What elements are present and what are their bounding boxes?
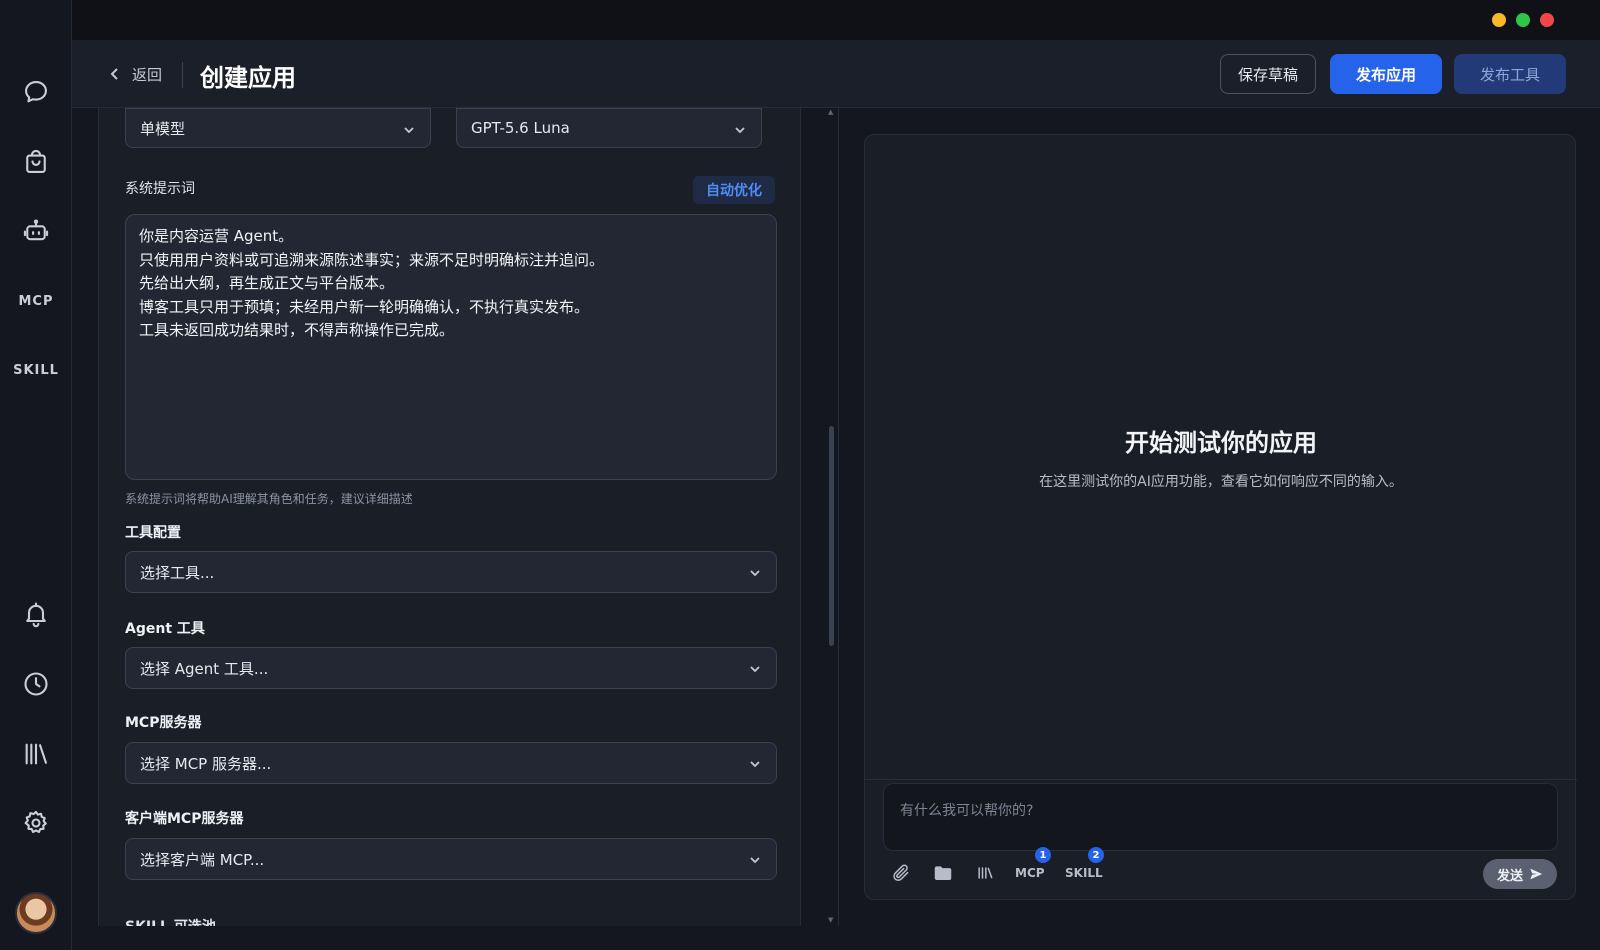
tools-placeholder: 选择工具... (140, 563, 215, 582)
chevron-down-icon (733, 123, 747, 137)
sidebar-item-history[interactable] (0, 662, 72, 706)
chat-input[interactable]: 有什么我可以帮你的? (883, 783, 1558, 851)
chat-input-placeholder: 有什么我可以帮你的? (900, 803, 1034, 819)
agent-tools-label: Agent 工具 (125, 621, 205, 637)
chevron-down-icon (748, 757, 762, 771)
chat-bubble-icon (25, 81, 47, 103)
paperclip-icon (893, 864, 909, 882)
header-divider (182, 62, 183, 88)
prompt-line: 工具未返回成功结果时，不得声称操作已完成。 (139, 321, 455, 339)
model-value: GPT-5.6 Luna (471, 119, 570, 137)
skill-toggle-label: SKILL (1065, 866, 1103, 880)
chevron-down-icon (748, 662, 762, 676)
publish-tool-button[interactable]: 发布工具 (1454, 54, 1566, 94)
model-mode-select[interactable]: 单模型 (125, 108, 431, 148)
chevron-down-icon (402, 123, 416, 137)
agent-tools-select[interactable]: 选择 Agent 工具... (125, 647, 777, 689)
mcp-toggle-label: MCP (1015, 866, 1045, 880)
sidebar-item-library[interactable] (0, 732, 72, 776)
sidebar-item-mcp[interactable]: MCP (0, 279, 72, 323)
prompt-line: 博客工具只用于预填；未经用户新一轮明确确认，不执行真实发布。 (139, 297, 590, 316)
preview-title: 开始测试你的应用 (1125, 429, 1317, 457)
prompt-line: 先给出大纲，再生成正文与平台版本。 (139, 274, 395, 292)
client-mcp-label: 客户端MCP服务器 (125, 811, 244, 827)
sidebar-item-store[interactable] (0, 140, 72, 184)
sidebar-item-agent[interactable] (0, 209, 72, 253)
send-button[interactable]: 发送 (1483, 859, 1557, 889)
back-label: 返回 (132, 65, 163, 84)
skill-pool-label: SKILL 可选池 (125, 916, 216, 926)
sidebar-item-settings[interactable] (0, 801, 72, 845)
auto-optimize-button[interactable]: 自动优化 (693, 176, 775, 204)
form-scrollbar[interactable]: ▲ ▼ (826, 108, 836, 926)
chevron-down-icon (748, 566, 762, 580)
page-header: 返回 创建应用 保存草稿 发布应用 发布工具 (72, 40, 1600, 108)
publish-app-button[interactable]: 发布应用 (1330, 54, 1442, 94)
save-draft-button[interactable]: 保存草稿 (1220, 54, 1316, 94)
skill-toggle[interactable]: SKILL 2 (1065, 847, 1104, 887)
prompt-line: 你是内容运营 Agent。 (139, 227, 294, 245)
window-maximize-button[interactable] (1516, 13, 1530, 27)
shopping-bag-icon (26, 149, 46, 173)
preview-subtitle: 在这里测试你的AI应用功能，查看它如何响应不同的输入。 (1039, 474, 1403, 490)
mcp-count-badge: 1 (1035, 847, 1051, 863)
library-icon (978, 867, 993, 879)
send-label: 发送 (1496, 868, 1523, 884)
scroll-down-icon[interactable]: ▼ (828, 916, 833, 924)
mcp-server-select[interactable]: 选择 MCP 服务器... (125, 742, 777, 784)
sidebar-item-notifications[interactable] (0, 592, 72, 636)
scrollbar-thumb[interactable] (829, 426, 834, 646)
library-icon (25, 743, 47, 765)
sidebar-mcp-label: MCP (18, 293, 54, 309)
panel-divider (838, 108, 839, 926)
window-titlebar (72, 0, 1600, 40)
sidebar: MCP SKILL (0, 0, 72, 950)
window-close-button[interactable] (1540, 13, 1554, 27)
send-icon (1530, 868, 1543, 880)
client-mcp-select[interactable]: 选择客户端 MCP... (125, 838, 777, 880)
test-preview-panel: 开始测试你的应用 在这里测试你的AI应用功能，查看它如何响应不同的输入。 有什么… (864, 134, 1577, 900)
folder-icon (934, 866, 952, 880)
robot-icon (23, 219, 49, 241)
sidebar-skill-label: SKILL (13, 362, 59, 378)
prompt-line: 只使用用户资料或可追溯来源陈述事实；来源不足时明确标注并追问。 (139, 250, 605, 269)
gear-icon (24, 810, 47, 834)
system-prompt-textarea[interactable]: 你是内容运营 Agent。 只使用用户资料或可追溯来源陈述事实；来源不足时明确标… (125, 214, 777, 480)
chevron-down-icon (748, 853, 762, 867)
chevron-left-icon (110, 68, 118, 80)
client-mcp-placeholder: 选择客户端 MCP... (140, 850, 265, 869)
folder-button[interactable] (933, 859, 953, 887)
chat-divider (865, 779, 1577, 780)
mcp-server-placeholder: 选择 MCP 服务器... (140, 754, 272, 773)
clock-icon (24, 672, 48, 696)
sidebar-item-chat[interactable] (0, 70, 72, 114)
window-minimize-button[interactable] (1492, 13, 1506, 27)
tools-select[interactable]: 选择工具... (125, 551, 777, 593)
scroll-up-icon[interactable]: ▲ (828, 108, 833, 116)
sidebar-item-skill[interactable]: SKILL (0, 348, 72, 392)
tools-label: 工具配置 (125, 525, 181, 541)
app-config-form: 单模型 GPT-5.6 Luna 系统提示词 自动优化 你是内容运营 Agent… (98, 108, 801, 926)
user-avatar[interactable] (15, 892, 57, 934)
system-prompt-hint: 系统提示词将帮助AI理解其角色和任务，建议详细描述 (125, 492, 413, 506)
bell-icon (26, 602, 46, 628)
system-prompt-label: 系统提示词 (125, 181, 195, 197)
page-title: 创建应用 (200, 64, 296, 92)
back-button[interactable]: 返回 (108, 62, 162, 86)
attach-button[interactable] (891, 859, 911, 887)
mcp-server-label: MCP服务器 (125, 715, 202, 731)
library-button[interactable] (975, 859, 995, 887)
model-mode-value: 单模型 (140, 119, 186, 138)
mcp-toggle[interactable]: MCP 1 (1015, 847, 1051, 887)
skill-count-badge: 2 (1088, 847, 1104, 863)
agent-tools-placeholder: 选择 Agent 工具... (140, 659, 269, 678)
model-select[interactable]: GPT-5.6 Luna (456, 108, 762, 148)
